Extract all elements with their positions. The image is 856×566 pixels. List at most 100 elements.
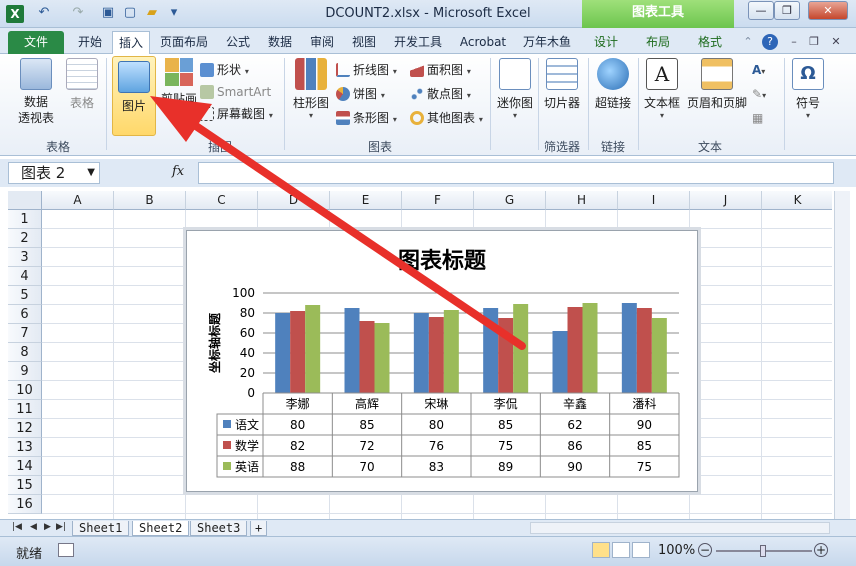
line-chart-button[interactable]: 折线图 ▾: [336, 60, 397, 80]
signature-line-button[interactable]: ✎▾: [752, 84, 766, 104]
row-header-8[interactable]: 8: [8, 343, 42, 362]
first-sheet-icon[interactable]: |◀: [12, 522, 22, 532]
zoom-level[interactable]: 100%: [658, 543, 695, 558]
minimize-ribbon-icon[interactable]: ⌃: [740, 34, 756, 50]
close-button[interactable]: ✕: [808, 1, 848, 20]
chevron-down-icon[interactable]: ▼: [87, 163, 95, 183]
column-header-D[interactable]: D: [258, 191, 330, 210]
row-header-9[interactable]: 9: [8, 362, 42, 381]
column-header-A[interactable]: A: [42, 191, 114, 210]
row-header-6[interactable]: 6: [8, 305, 42, 324]
tab-home[interactable]: 开始: [70, 31, 110, 54]
tab-review[interactable]: 审阅: [304, 31, 340, 54]
clipart-button[interactable]: 剪贴画: [160, 58, 198, 107]
tab-format[interactable]: 格式: [690, 31, 730, 54]
data-table-value: 85: [498, 418, 513, 432]
row-header-11[interactable]: 11: [8, 400, 42, 419]
row-header-16[interactable]: 16: [8, 495, 42, 514]
tab-page-layout[interactable]: 页面布局: [154, 31, 214, 54]
macro-record-icon[interactable]: [58, 543, 74, 557]
restore-button[interactable]: ❐: [774, 1, 800, 20]
normal-view-button[interactable]: [592, 542, 610, 558]
zoom-slider-thumb[interactable]: [760, 545, 766, 557]
insert-picture-button[interactable]: 图片: [112, 56, 156, 136]
symbol-button[interactable]: Ω 符号 ▾: [790, 58, 826, 120]
last-sheet-icon[interactable]: ▶|: [56, 522, 66, 532]
slicer-button[interactable]: 切片器: [540, 58, 584, 111]
row-header-14[interactable]: 14: [8, 457, 42, 476]
row-header-1[interactable]: 1: [8, 210, 42, 229]
insert-function-icon[interactable]: fx: [172, 164, 184, 179]
pie-chart-button[interactable]: 饼图 ▾: [336, 84, 385, 104]
sparklines-button[interactable]: 迷你图 ▾: [494, 58, 536, 120]
prev-sheet-icon[interactable]: ◀: [30, 522, 37, 532]
row-header-15[interactable]: 15: [8, 476, 42, 495]
column-header-C[interactable]: C: [186, 191, 258, 210]
screenshot-button[interactable]: 屏幕截图 ▾: [200, 104, 273, 124]
row-header-13[interactable]: 13: [8, 438, 42, 457]
other-charts-button[interactable]: 其他图表 ▾: [410, 108, 483, 128]
tab-view[interactable]: 视图: [346, 31, 382, 54]
row-header-5[interactable]: 5: [8, 286, 42, 305]
hyperlink-button[interactable]: 超链接: [592, 58, 634, 111]
tab-formulas[interactable]: 公式: [220, 31, 256, 54]
tab-data[interactable]: 数据: [262, 31, 298, 54]
textbox-button[interactable]: A 文本框 ▾: [642, 58, 682, 120]
zoom-out-icon[interactable]: −: [698, 543, 712, 557]
tab-developer[interactable]: 开发工具: [388, 31, 448, 54]
area-chart-icon: [410, 63, 424, 77]
column-header-J[interactable]: J: [690, 191, 762, 210]
doc-close-icon[interactable]: ✕: [828, 34, 844, 50]
select-all-corner[interactable]: [8, 191, 42, 210]
row-header-3[interactable]: 3: [8, 248, 42, 267]
column-header-G[interactable]: G: [474, 191, 546, 210]
sheet-tab-2[interactable]: Sheet2: [132, 521, 190, 536]
column-header-B[interactable]: B: [114, 191, 186, 210]
doc-minimize-icon[interactable]: –: [786, 34, 802, 50]
zoom-in-icon[interactable]: +: [814, 543, 828, 557]
name-box[interactable]: 图表 2 ▼: [8, 162, 100, 184]
sheet-tab-1[interactable]: Sheet1: [72, 521, 130, 536]
column-chart-button[interactable]: 柱形图 ▾: [290, 58, 332, 120]
data-table-value: 89: [498, 460, 513, 474]
formula-input[interactable]: [198, 162, 834, 184]
column-header-F[interactable]: F: [402, 191, 474, 210]
page-layout-view-button[interactable]: [612, 542, 630, 558]
tab-wanhe[interactable]: 万年木鱼: [516, 31, 578, 54]
sheet-tab-3[interactable]: Sheet3: [190, 521, 248, 536]
page-break-view-button[interactable]: [632, 542, 650, 558]
doc-restore-icon[interactable]: ❐: [806, 34, 822, 50]
bar-chart-button[interactable]: 条形图 ▾: [336, 108, 397, 128]
row-header-10[interactable]: 10: [8, 381, 42, 400]
smartart-button[interactable]: SmartArt: [200, 82, 271, 102]
area-chart-button[interactable]: 面积图 ▾: [410, 60, 471, 80]
horizontal-scrollbar[interactable]: [530, 522, 830, 534]
wordart-button[interactable]: A▾: [752, 60, 765, 80]
column-header-K[interactable]: K: [762, 191, 832, 210]
tab-acrobat[interactable]: Acrobat: [454, 31, 512, 54]
minimize-button[interactable]: —: [748, 1, 774, 20]
row-header-2[interactable]: 2: [8, 229, 42, 248]
scatter-chart-button[interactable]: 散点图 ▾: [410, 84, 471, 104]
help-icon[interactable]: ?: [762, 34, 778, 50]
header-footer-button[interactable]: 页眉和页脚: [686, 58, 748, 111]
pivot-table-button[interactable]: 数据 透视表: [12, 58, 60, 126]
status-bar: 就绪 100% − +: [0, 536, 856, 566]
column-header-I[interactable]: I: [618, 191, 690, 210]
tab-file[interactable]: 文件: [8, 31, 64, 54]
object-button[interactable]: ▦: [752, 108, 763, 128]
row-header-4[interactable]: 4: [8, 267, 42, 286]
next-sheet-icon[interactable]: ▶: [44, 522, 51, 532]
shapes-button[interactable]: 形状 ▾: [200, 60, 249, 80]
tab-layout[interactable]: 布局: [638, 31, 678, 54]
row-header-7[interactable]: 7: [8, 324, 42, 343]
column-header-H[interactable]: H: [546, 191, 618, 210]
column-header-E[interactable]: E: [330, 191, 402, 210]
table-button[interactable]: 表格: [62, 58, 102, 111]
chart-area[interactable]: 图表标题 0 20 40 60 80 100 坐标轴标题 李娜 高辉 宋琳 李侃 辛鑫 潘科 语文 80 85…: [186, 230, 698, 492]
row-header-12[interactable]: 12: [8, 419, 42, 438]
vertical-scrollbar[interactable]: [834, 191, 850, 519]
tab-insert[interactable]: 插入: [112, 31, 150, 55]
insert-sheet-icon[interactable]: +: [250, 521, 268, 536]
tab-design[interactable]: 设计: [586, 31, 626, 54]
